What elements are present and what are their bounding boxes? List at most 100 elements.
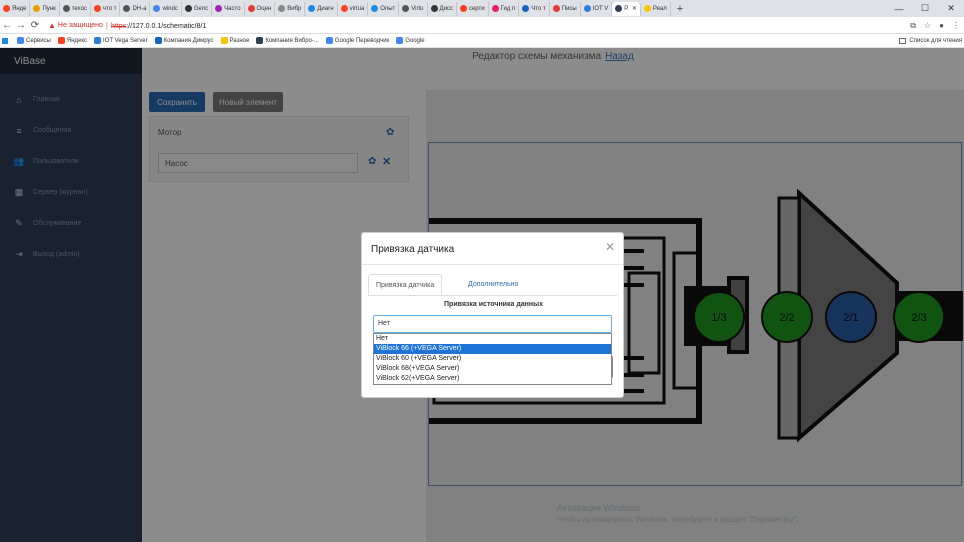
bookmark-label: Компания Вибро-... [265, 37, 319, 44]
browser-tab[interactable]: Что т [519, 1, 550, 16]
tab-label: Вибр [287, 5, 302, 12]
browser-tab[interactable]: Genc [182, 1, 213, 16]
bookmark-icon [396, 37, 404, 44]
not-secure-label[interactable]: Не защищено [58, 22, 103, 29]
bookmark-icon [94, 37, 102, 44]
browser-tab[interactable]: IOT V [581, 1, 613, 16]
browser-tab[interactable]: Гид п [489, 1, 520, 16]
browser-tab[interactable]: Диагн [305, 1, 338, 16]
profile-icon[interactable]: ● [939, 21, 944, 30]
sensor-binding-modal: Привязка датчика ✕ Привязка датчика Допо… [361, 232, 624, 398]
bookmark-icon [220, 37, 228, 44]
bookmark-label: Сервисы [26, 37, 51, 44]
reading-list-icon [899, 38, 907, 44]
reading-list-button[interactable]: Список для чтения [899, 34, 962, 48]
close-window-icon[interactable]: ✕ [938, 3, 964, 14]
tab-favicon-icon [123, 5, 131, 12]
browser-tab[interactable]: Опыт [368, 1, 400, 16]
bookmark-item[interactable]: Разное [220, 37, 250, 44]
modal-divider [362, 264, 623, 265]
reload-icon[interactable]: ⟳ [28, 20, 42, 31]
browser-tab[interactable]: DH-a [120, 1, 151, 16]
window-controls: — ☐ ✕ [886, 0, 964, 17]
browser-tab[interactable]: Р. ✕ [612, 1, 641, 16]
dropdown-option[interactable]: ViBlock 62(+VEGA Server) [374, 374, 611, 384]
bookmark-item[interactable]: IOT Vega Server [94, 37, 148, 44]
tab-label: Пунк [42, 5, 56, 12]
address-bar-actions: ⧉ ☆ ● ⋮ [910, 17, 960, 34]
bookmark-icon [256, 37, 264, 44]
browser-tab[interactable]: Дисс [428, 1, 457, 16]
modal-title: Привязка датчика [371, 244, 455, 255]
maximize-icon[interactable]: ☐ [912, 3, 938, 14]
tab-favicon-icon [184, 5, 192, 12]
address-separator: | [105, 20, 108, 30]
url-protocol: https [111, 22, 127, 30]
browser-tab[interactable]: серти [457, 1, 489, 16]
browser-tab[interactable]: Реал [641, 1, 671, 16]
tab-favicon-icon [643, 5, 651, 12]
bookmark-item[interactable]: Сервисы [17, 37, 51, 44]
bookmark-icon [57, 37, 65, 44]
tab-close-icon[interactable]: ✕ [632, 5, 637, 12]
url-field[interactable]: https://127.0.0.1/schematic/8/1 [111, 21, 206, 30]
browser-tab[interactable]: Писы [550, 1, 581, 16]
reading-list-label: Список для чтения [909, 38, 962, 44]
browser-tab[interactable]: virtua [338, 1, 369, 16]
browser-tab[interactable]: техос [60, 1, 91, 16]
browser-tab[interactable]: Оцен [245, 1, 276, 16]
dropdown-option[interactable]: ViBlock 60 (+VEGA Server) [374, 354, 611, 364]
browser-tab[interactable]: Пунк [30, 1, 60, 16]
data-source-select[interactable]: Нет [373, 315, 612, 333]
tab-label: Оцен [256, 5, 272, 12]
bookmark-label: IOT Vega Server [103, 37, 148, 44]
dropdown-option[interactable]: ViBlock 66 (+VEGA Server) [374, 344, 611, 354]
tab-divider [368, 295, 617, 296]
dropdown-option[interactable]: Нет [374, 334, 611, 344]
tab-favicon-icon [93, 5, 101, 12]
minimize-icon[interactable]: — [886, 4, 912, 14]
bookmark-label: Яндекс [66, 37, 88, 44]
browser-tab[interactable]: что т [91, 1, 121, 16]
tab-label: что т [102, 5, 117, 12]
tab-label: Писы [561, 5, 577, 12]
tab-label: Опыт [380, 5, 396, 12]
back-icon[interactable]: ← [0, 20, 14, 31]
bookmark-label: Разное [229, 37, 250, 44]
tab-additional[interactable]: Дополнительно [461, 274, 525, 296]
tab-favicon-icon [278, 5, 286, 12]
browser-tab[interactable]: Virtu [399, 1, 428, 16]
tab-label: DH-a [132, 5, 147, 12]
bookmark-item[interactable]: Google [396, 37, 425, 44]
tab-sensor-binding[interactable]: Привязка датчика [368, 274, 443, 296]
tab-favicon-icon [3, 5, 10, 12]
tab-favicon-icon [459, 5, 467, 12]
bookmark-item[interactable]: Google Переводчик [325, 37, 390, 44]
tab-favicon-icon [62, 5, 70, 12]
tab-label: Дисс [439, 5, 453, 12]
browser-tab[interactable]: windc [150, 1, 182, 16]
new-tab-icon[interactable]: + [671, 3, 689, 15]
close-icon[interactable]: ✕ [605, 240, 615, 254]
bookmark-list: Сервисы Яндекс IOT Vega Server Компания Дим… [10, 37, 425, 44]
apps-icon[interactable] [2, 37, 10, 44]
tab-label: windc [162, 5, 178, 12]
bookmark-icon [154, 37, 162, 44]
bookmark-item[interactable]: Яндекс [57, 37, 88, 44]
dropdown-option[interactable]: ViBlock 68(+VEGA Server) [374, 364, 611, 374]
star-icon[interactable]: ☆ [924, 21, 931, 30]
forward-icon[interactable]: → [14, 20, 28, 31]
browser-tab-strip: Янде Пунк техос что т DH-a windc Genc Часто Оцен… [0, 0, 964, 17]
browser-tab[interactable]: Янде [0, 1, 31, 16]
tab-label: Реал [652, 5, 667, 12]
tab-favicon-icon [402, 5, 410, 12]
bookmark-item[interactable]: Компания Димрус [154, 37, 214, 44]
browser-tab[interactable]: Вибр [275, 1, 306, 16]
bookmark-label: Google [405, 37, 425, 44]
browser-tab[interactable]: Часто [212, 1, 245, 16]
menu-icon[interactable]: ⋮ [952, 21, 960, 30]
bookmark-item[interactable]: Компания Вибро-... [256, 37, 319, 44]
share-icon[interactable]: ⧉ [910, 21, 916, 31]
tab-favicon-icon [340, 5, 348, 12]
bookmark-label: Google Переводчик [334, 37, 390, 44]
